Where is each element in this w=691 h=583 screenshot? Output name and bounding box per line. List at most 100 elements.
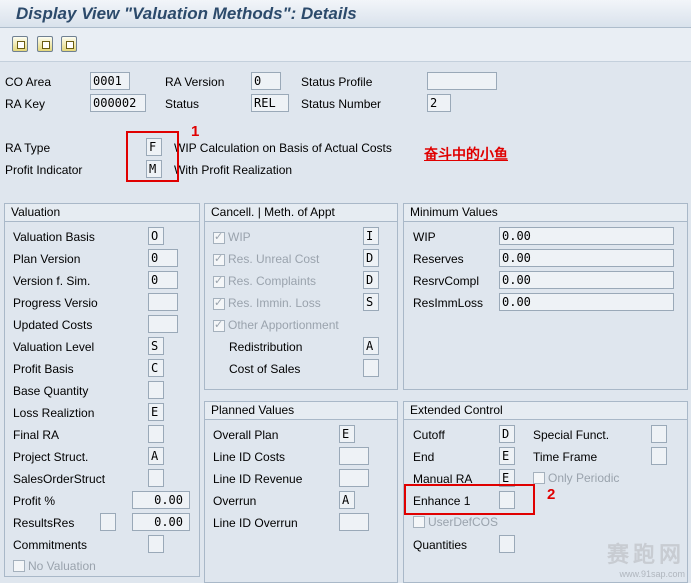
- base-quantity-label: Base Quantity: [13, 384, 89, 398]
- min-reserves-field[interactable]: 0.00: [499, 249, 674, 267]
- status-number-field[interactable]: 2: [427, 94, 451, 112]
- line-id-revenue-field[interactable]: [339, 469, 369, 487]
- loss-realization-field[interactable]: E: [148, 403, 164, 421]
- line-id-revenue-label: Line ID Revenue: [213, 472, 303, 486]
- ra-key-field[interactable]: 000002: [90, 94, 146, 112]
- wip-cancel-field[interactable]: I: [363, 227, 379, 245]
- status-profile-field[interactable]: [427, 72, 497, 90]
- redistribution-field[interactable]: A: [363, 337, 379, 355]
- min-res-imm-loss-label: ResImmLoss: [413, 296, 484, 310]
- toolbar: [0, 28, 691, 62]
- commitments-field[interactable]: [148, 535, 164, 553]
- previous-entry-icon[interactable]: [12, 36, 28, 52]
- select-block-icon[interactable]: [61, 36, 77, 52]
- time-frame-field[interactable]: [651, 447, 667, 465]
- loss-realization-label: Loss Realiztion: [13, 406, 95, 420]
- minimum-values-group-title: Minimum Values: [404, 204, 687, 222]
- userdefcos-checkbox[interactable]: [413, 516, 425, 528]
- progress-version-field[interactable]: [148, 293, 178, 311]
- minimum-values-group: Minimum Values WIP 0.00 Reserves 0.00 Re…: [403, 203, 688, 390]
- valuation-basis-label: Valuation Basis: [13, 230, 95, 244]
- extended-control-group-title: Extended Control: [404, 402, 687, 420]
- min-reserves-label: Reserves: [413, 252, 464, 266]
- plan-version-field[interactable]: 0: [148, 249, 178, 267]
- res-immin-loss-checkbox[interactable]: [213, 296, 225, 310]
- time-frame-label: Time Frame: [533, 450, 598, 464]
- annotation-2: 2: [547, 486, 556, 503]
- profit-pct-field[interactable]: 0.00: [132, 491, 190, 509]
- version-sim-field[interactable]: 0: [148, 271, 178, 289]
- cutoff-field[interactable]: D: [499, 425, 515, 443]
- end-field[interactable]: E: [499, 447, 515, 465]
- overall-plan-field[interactable]: E: [339, 425, 355, 443]
- min-wip-field[interactable]: 0.00: [499, 227, 674, 245]
- valuation-basis-field[interactable]: O: [148, 227, 164, 245]
- site-watermark: 赛跑网 www.91sap.com: [607, 537, 685, 579]
- base-quantity-field[interactable]: [148, 381, 164, 399]
- userdefcos-label: UserDefCOS: [428, 515, 499, 529]
- res-complaints-field[interactable]: D: [363, 271, 379, 289]
- min-res-imm-loss-field[interactable]: 0.00: [499, 293, 674, 311]
- res-unreal-cost-field[interactable]: D: [363, 249, 379, 267]
- results-res-label: ResultsRes: [13, 516, 75, 530]
- updated-costs-field[interactable]: [148, 315, 178, 333]
- only-periodic-label: Only Periodic: [548, 471, 620, 485]
- line-id-costs-field[interactable]: [339, 447, 369, 465]
- results-res-field[interactable]: 0.00: [132, 513, 190, 531]
- ra-version-field[interactable]: 0: [251, 72, 281, 90]
- line-id-costs-label: Line ID Costs: [213, 450, 286, 464]
- cancellation-group: Cancell. | Meth. of Appt WIP I Res. Unre…: [204, 203, 398, 390]
- project-struct-field[interactable]: A: [148, 447, 164, 465]
- progress-version-label: Progress Versio: [13, 296, 98, 310]
- min-resrv-compl-field[interactable]: 0.00: [499, 271, 674, 289]
- cutoff-label: Cutoff: [413, 428, 445, 442]
- profit-basis-field[interactable]: C: [148, 359, 164, 377]
- co-area-field[interactable]: 0001: [90, 72, 130, 90]
- ra-version-label: RA Version: [165, 75, 225, 89]
- sales-order-struct-label: SalesOrderStruct: [13, 472, 106, 486]
- overrun-field[interactable]: A: [339, 491, 355, 509]
- version-sim-label: Version f. Sim.: [13, 274, 91, 288]
- page-title: Display View "Valuation Methods": Detail…: [16, 4, 357, 23]
- status-number-label: Status Number: [301, 97, 382, 111]
- no-valuation-checkbox[interactable]: [13, 560, 25, 572]
- profit-basis-label: Profit Basis: [13, 362, 74, 376]
- min-wip-label: WIP: [413, 230, 436, 244]
- status-field[interactable]: REL: [251, 94, 289, 112]
- cost-of-sales-field[interactable]: [363, 359, 379, 377]
- wip-cancel-label: WIP: [228, 230, 251, 244]
- commitments-label: Commitments: [13, 538, 88, 552]
- overall-plan-label: Overall Plan: [213, 428, 279, 442]
- end-label: End: [413, 450, 435, 464]
- valuation-level-field[interactable]: S: [148, 337, 164, 355]
- line-id-overrun-field[interactable]: [339, 513, 369, 531]
- no-valuation-label: No Valuation: [28, 559, 96, 573]
- min-resrv-compl-label: ResrvCompl: [413, 274, 480, 288]
- quantities-field[interactable]: [499, 535, 515, 553]
- status-label: Status: [165, 97, 200, 111]
- special-funct-label: Special Funct.: [533, 428, 610, 442]
- ra-key-label: RA Key: [5, 97, 46, 111]
- final-ra-label: Final RA: [13, 428, 60, 442]
- res-immin-loss-field[interactable]: S: [363, 293, 379, 311]
- wip-cancel-checkbox[interactable]: [213, 230, 225, 244]
- sales-order-struct-field[interactable]: [148, 469, 164, 487]
- special-funct-field[interactable]: [651, 425, 667, 443]
- other-apportionment-label: Other Apportionment: [228, 318, 339, 332]
- res-complaints-label: Res. Complaints: [228, 274, 317, 288]
- only-periodic-checkbox[interactable]: [533, 472, 545, 484]
- res-immin-loss-label: Res. Immin. Loss: [228, 296, 321, 310]
- planned-values-group: Planned Values Overall Plan E Line ID Co…: [204, 401, 398, 583]
- res-unreal-cost-checkbox[interactable]: [213, 252, 225, 266]
- overrun-label: Overrun: [213, 494, 257, 508]
- other-apportionment-checkbox[interactable]: [213, 318, 225, 332]
- ra-type-label: RA Type: [5, 141, 51, 155]
- final-ra-field[interactable]: [148, 425, 164, 443]
- results-res-indicator-field[interactable]: [100, 513, 116, 531]
- res-complaints-checkbox[interactable]: [213, 274, 225, 288]
- next-entry-icon[interactable]: [37, 36, 53, 52]
- highlight-box-2: [404, 484, 535, 515]
- main-content: CO Area 0001 RA Version 0 Status Profile…: [0, 62, 691, 583]
- annotation-1: 1: [191, 123, 200, 140]
- profit-pct-label: Profit %: [13, 494, 56, 508]
